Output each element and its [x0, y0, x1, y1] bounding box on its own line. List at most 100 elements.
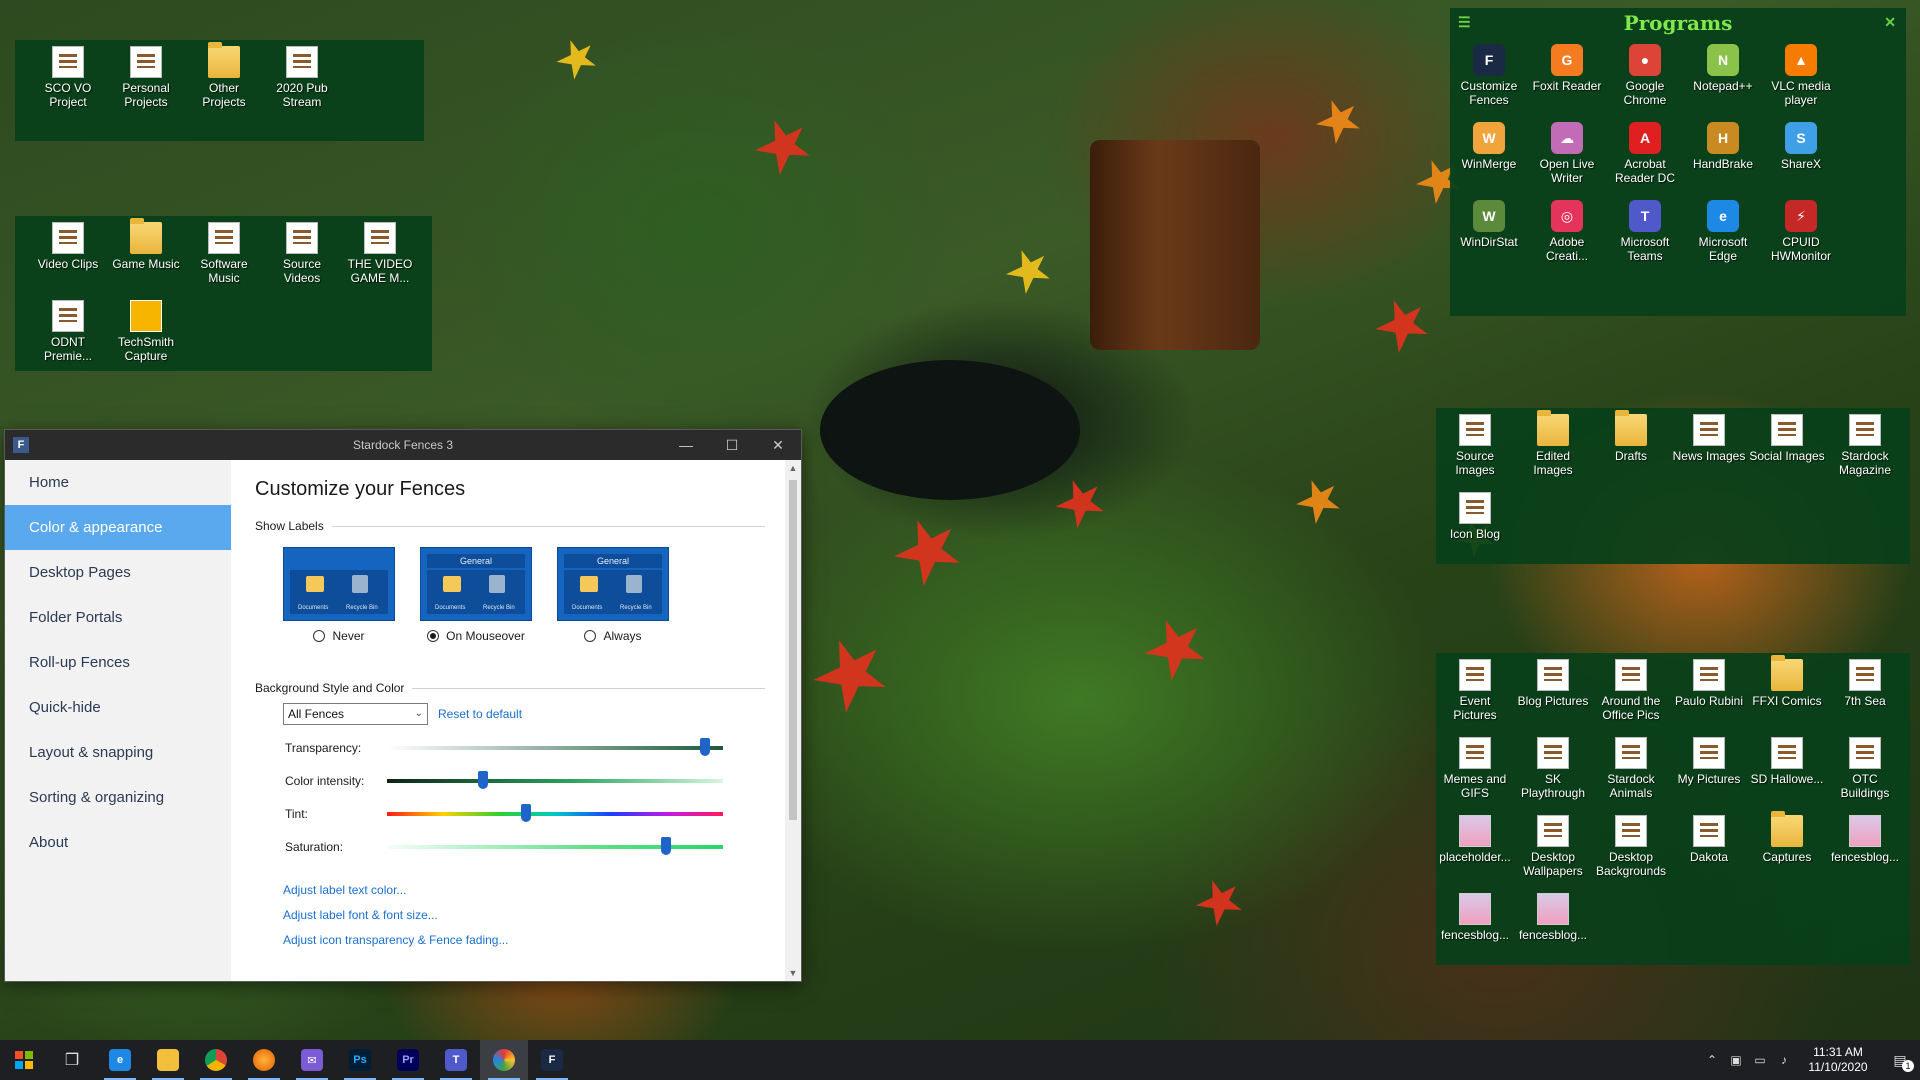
nav-item-roll-up-fences[interactable]: Roll-up Fences	[5, 640, 231, 685]
nav-item-layout-snapping[interactable]: Layout & snapping	[5, 730, 231, 775]
nav-item-desktop-pages[interactable]: Desktop Pages	[5, 550, 231, 595]
taskbar-chrome[interactable]	[192, 1040, 240, 1080]
taskbar-premiere[interactable]: Pr	[384, 1040, 432, 1080]
slider-track[interactable]	[387, 770, 723, 789]
program-shortcut-item[interactable]: W WinDirStat	[1450, 194, 1528, 272]
program-shortcut-item[interactable]: S ShareX	[1762, 116, 1840, 194]
scroll-thumb[interactable]	[789, 480, 797, 820]
label-preview-thumbnail[interactable]: Documents Recycle Bin	[283, 547, 395, 621]
label-preview-thumbnail[interactable]: General Documents Recycle Bin	[420, 547, 532, 621]
fence-media[interactable]: Video Clips Game Music Software Music Sourc…	[15, 216, 432, 371]
desktop-shortcut-item[interactable]: My Pictures	[1670, 731, 1748, 809]
desktop-shortcut-item[interactable]: Software Music	[185, 216, 263, 294]
programs-fence-header[interactable]: ☰ Programs ✕	[1450, 8, 1906, 38]
desktop-shortcut-item[interactable]: Icon Blog	[1436, 486, 1514, 564]
desktop-shortcut-item[interactable]: Personal Projects	[107, 40, 185, 118]
slider-handle[interactable]	[478, 770, 489, 789]
fence-menu-icon[interactable]: ☰	[1458, 8, 1471, 38]
settings-link[interactable]: Adjust icon transparency & Fence fading.…	[283, 933, 785, 947]
desktop-shortcut-item[interactable]: Social Images	[1748, 408, 1826, 486]
desktop-shortcut-item[interactable]: THE VIDEO GAME M...	[341, 216, 419, 294]
taskbar-edge[interactable]: e	[96, 1040, 144, 1080]
desktop-shortcut-item[interactable]: Source Images	[1436, 408, 1514, 486]
desktop-shortcut-item[interactable]: Memes and GIFS	[1436, 731, 1514, 809]
slider-track[interactable]	[387, 803, 723, 822]
desktop-shortcut-item[interactable]: TechSmith Capture	[107, 294, 185, 372]
maximize-button[interactable]: ☐	[709, 430, 755, 460]
desktop-shortcut-item[interactable]: Drafts	[1592, 408, 1670, 486]
slider-track[interactable]	[387, 836, 723, 855]
desktop-shortcut-item[interactable]: SK Playthrough	[1514, 731, 1592, 809]
task-view-button[interactable]: ❒	[48, 1040, 96, 1080]
desktop-shortcut-item[interactable]: 2020 Pub Stream	[263, 40, 341, 118]
slider-handle[interactable]	[699, 737, 710, 756]
label-radio[interactable]: On Mouseover	[420, 629, 532, 643]
desktop-shortcut-item[interactable]: 7th Sea	[1826, 653, 1904, 731]
program-shortcut-item[interactable]: ● Google Chrome	[1606, 38, 1684, 116]
nav-item-quick-hide[interactable]: Quick-hide	[5, 685, 231, 730]
desktop-shortcut-item[interactable]: Stardock Animals	[1592, 731, 1670, 809]
reset-to-default-link[interactable]: Reset to default	[438, 707, 522, 721]
desktop-shortcut-item[interactable]: fencesblog...	[1826, 809, 1904, 887]
taskbar-fences[interactable]: F	[528, 1040, 576, 1080]
fence-target-select[interactable]: All Fences ⌄	[283, 703, 428, 725]
fence-images[interactable]: Source Images Edited Images Drafts News Ima…	[1436, 408, 1910, 564]
taskbar-photoshop[interactable]: Ps	[336, 1040, 384, 1080]
label-radio[interactable]: Never	[283, 629, 395, 643]
desktop-shortcut-item[interactable]: Source Videos	[263, 216, 341, 294]
network-icon[interactable]: ▭	[1748, 1053, 1772, 1067]
desktop-shortcut-item[interactable]: Event Pictures	[1436, 653, 1514, 731]
taskbar-firefox[interactable]	[240, 1040, 288, 1080]
settings-link[interactable]: Adjust label text color...	[283, 883, 785, 897]
desktop-shortcut-item[interactable]: SCO VO Project	[29, 40, 107, 118]
fence-programs[interactable]: ☰ Programs ✕ F Customize Fences G Foxit Rea…	[1450, 8, 1906, 316]
desktop-shortcut-item[interactable]: Other Projects	[185, 40, 263, 118]
program-shortcut-item[interactable]: H HandBrake	[1684, 116, 1762, 194]
taskbar-sharex[interactable]	[480, 1040, 528, 1080]
label-option-always[interactable]: General Documents Recycle Bin Always	[557, 547, 669, 643]
program-shortcut-item[interactable]: T Microsoft Teams	[1606, 194, 1684, 272]
scroll-up-icon[interactable]: ▲	[785, 460, 801, 476]
program-shortcut-item[interactable]: N Notepad++	[1684, 38, 1762, 116]
desktop-shortcut-item[interactable]: OTC Buildings	[1826, 731, 1904, 809]
slider-handle[interactable]	[520, 803, 531, 822]
desktop-shortcut-item[interactable]: Edited Images	[1514, 408, 1592, 486]
taskbar-file-explorer[interactable]	[144, 1040, 192, 1080]
slider-handle[interactable]	[660, 836, 671, 855]
program-shortcut-item[interactable]: ◎ Adobe Creati...	[1528, 194, 1606, 272]
nav-item-home[interactable]: Home	[5, 460, 231, 505]
nav-item-color-appearance[interactable]: Color & appearance	[5, 505, 231, 550]
label-preview-thumbnail[interactable]: General Documents Recycle Bin	[557, 547, 669, 621]
desktop-shortcut-item[interactable]: Game Music	[107, 216, 185, 294]
label-radio[interactable]: Always	[557, 629, 669, 643]
desktop-shortcut-item[interactable]: placeholder...	[1436, 809, 1514, 887]
clock[interactable]: 11:31 AM 11/10/2020	[1796, 1045, 1880, 1075]
label-option-never[interactable]: Documents Recycle Bin Never	[283, 547, 395, 643]
radio-button[interactable]	[427, 630, 440, 642]
desktop-shortcut-item[interactable]: SD Hallowe...	[1748, 731, 1826, 809]
desktop-shortcut-item[interactable]: Captures	[1748, 809, 1826, 887]
desktop-shortcut-item[interactable]: FFXI Comics	[1748, 653, 1826, 731]
chevron-up-icon[interactable]: ⌃	[1700, 1053, 1724, 1067]
desktop-shortcut-item[interactable]: fencesblog...	[1514, 887, 1592, 965]
fence-projects[interactable]: SCO VO Project Personal Projects Other Pro…	[15, 40, 424, 141]
nav-item-about[interactable]: About	[5, 820, 231, 865]
fence-close-icon[interactable]: ✕	[1884, 8, 1896, 38]
desktop-shortcut-item[interactable]: Blog Pictures	[1514, 653, 1592, 731]
program-shortcut-item[interactable]: e Microsoft Edge	[1684, 194, 1762, 272]
desktop-shortcut-item[interactable]: Desktop Wallpapers	[1514, 809, 1592, 887]
nav-item-folder-portals[interactable]: Folder Portals	[5, 595, 231, 640]
program-shortcut-item[interactable]: ▲ VLC media player	[1762, 38, 1840, 116]
label-option-on-mouseover[interactable]: General Documents Recycle Bin On Mouseover	[420, 547, 532, 643]
program-shortcut-item[interactable]: ⚡ CPUID HWMonitor	[1762, 194, 1840, 272]
program-shortcut-item[interactable]: ☁ Open Live Writer	[1528, 116, 1606, 194]
desktop-shortcut-item[interactable]: Stardock Magazine	[1826, 408, 1904, 486]
slider-track[interactable]	[387, 737, 723, 756]
desktop-shortcut-item[interactable]: Paulo Rubini	[1670, 653, 1748, 731]
program-shortcut-item[interactable]: G Foxit Reader	[1528, 38, 1606, 116]
desktop-shortcut-item[interactable]: Desktop Backgrounds	[1592, 809, 1670, 887]
fence-pictures[interactable]: Event Pictures Blog Pictures Around the Of…	[1436, 653, 1910, 965]
radio-button[interactable]	[313, 630, 326, 642]
program-shortcut-item[interactable]: W WinMerge	[1450, 116, 1528, 194]
taskbar-teams[interactable]: T	[432, 1040, 480, 1080]
